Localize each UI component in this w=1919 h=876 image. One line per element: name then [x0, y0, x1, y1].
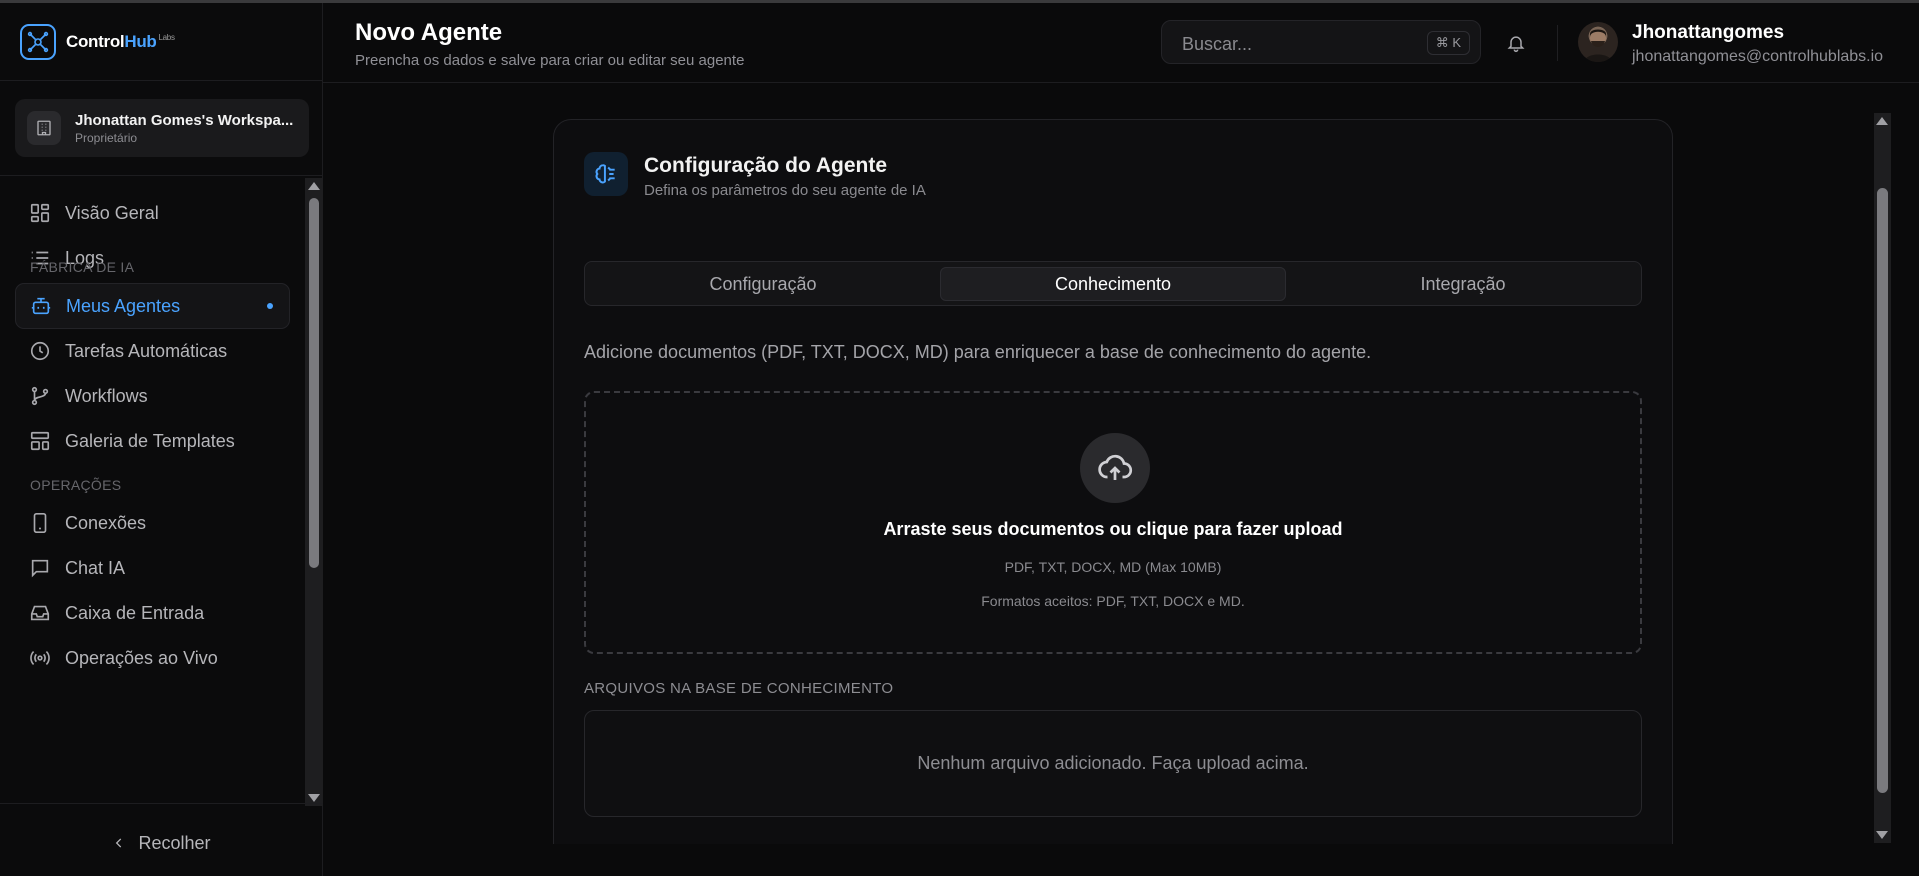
sidebar-item-workflows[interactable]: Workflows	[15, 373, 290, 419]
divider	[0, 175, 323, 176]
upload-dropzone[interactable]: Arraste seus documentos ou clique para f…	[584, 391, 1642, 654]
chevron-left-icon	[116, 838, 122, 848]
bot-icon	[31, 297, 51, 315]
git-branch-icon	[31, 386, 49, 406]
avatar[interactable]	[1578, 22, 1618, 62]
broadcast-icon	[30, 651, 50, 665]
tab-integracao[interactable]: Integração	[1290, 267, 1636, 301]
cloud-upload-icon	[1080, 433, 1150, 503]
collapse-label: Recolher	[138, 832, 211, 853]
brand-logo[interactable]: ControlHub Labs	[20, 24, 175, 60]
sidebar-item-label: Workflows	[65, 385, 148, 406]
sidebar-item-chat-ia[interactable]: Chat IA	[15, 545, 290, 591]
chat-icon	[31, 559, 49, 578]
knowledge-description: Adicione documentos (PDF, TXT, DOCX, MD)…	[584, 342, 1372, 362]
agent-config-card: Configuração do Agente Defina os parâmet…	[553, 119, 1673, 844]
tab-configuracao[interactable]: Configuração	[590, 267, 936, 301]
sidebar-item-label: Meus Agentes	[66, 295, 181, 316]
sidebar-item-label: Conexões	[65, 512, 147, 533]
active-indicator	[267, 303, 273, 309]
sidebar-item-label: Visão Geral	[65, 202, 159, 223]
dropzone-formats: PDF, TXT, DOCX, MD (Max 10MB)	[1004, 559, 1222, 575]
bell-icon[interactable]	[1506, 33, 1526, 58]
files-section-label: ARQUIVOS NA BASE DE CONHECIMENTO	[584, 680, 894, 697]
header-divider	[1557, 25, 1558, 61]
dropzone-accepted: Formatos aceitos: PDF, TXT, DOCX e MD.	[981, 593, 1245, 609]
sidebar-item-label: Galeria de Templates	[65, 430, 235, 451]
sidebar-item-label: Chat IA	[65, 557, 126, 578]
sidebar-item-label: Tarefas Automáticas	[65, 340, 228, 361]
brand-name: ControlHub Labs	[66, 32, 175, 51]
main-scrollbar[interactable]	[1874, 113, 1891, 843]
search-placeholder: Buscar...	[1182, 34, 1253, 54]
divider	[0, 803, 323, 804]
tab-conhecimento[interactable]: Conhecimento	[940, 267, 1286, 301]
user-email: jhonattangomes@controlhublabs.io	[1632, 48, 1884, 65]
search-input[interactable]: Buscar... ⌘ K	[1161, 20, 1481, 64]
files-list-empty: Nenhum arquivo adicionado. Faça upload a…	[584, 710, 1642, 817]
logo-icon	[20, 24, 56, 60]
smartphone-icon	[33, 513, 47, 533]
search-shortcut-badge: ⌘ K	[1426, 31, 1470, 55]
scroll-up-arrow[interactable]	[1876, 117, 1888, 125]
collapse-sidebar-button[interactable]: Recolher	[0, 825, 323, 861]
sidebar-item-galeria-de-templates[interactable]: Galeria de Templates	[15, 418, 290, 464]
sidebar-item-caixa-de-entrada[interactable]: Caixa de Entrada	[15, 590, 290, 636]
scroll-thumb[interactable]	[309, 198, 319, 568]
scroll-thumb[interactable]	[1877, 188, 1888, 793]
building-icon	[27, 111, 61, 145]
sidebar-item-label: Operações ao Vivo	[65, 647, 218, 668]
scroll-down-arrow[interactable]	[1876, 831, 1888, 839]
dashboard-icon	[30, 203, 50, 223]
inbox-icon	[30, 605, 50, 621]
clock-icon	[30, 341, 50, 361]
sidebar-nav: Visão Geral Logs FÁBRICA DE IA Meus Agen…	[0, 178, 305, 806]
card-title: Configuração do Agente	[644, 154, 888, 177]
page-title: Novo Agente	[355, 19, 503, 46]
sidebar-item-visao-geral[interactable]: Visão Geral	[15, 190, 290, 236]
page-subtitle: Preencha os dados e salve para criar ou …	[355, 52, 745, 69]
dropzone-title: Arraste seus documentos ou clique para f…	[883, 519, 1343, 539]
scroll-up-arrow[interactable]	[308, 182, 320, 190]
section-ai-factory: FÁBRICA DE IA	[30, 259, 135, 275]
sidebar-item-tarefas-automaticas[interactable]: Tarefas Automáticas	[15, 328, 290, 374]
tab-bar: Configuração Conhecimento Integração	[584, 261, 1642, 306]
workspace-switcher[interactable]: Jhonattan Gomes's Workspa... Proprietári…	[15, 99, 309, 157]
template-icon	[30, 431, 50, 451]
top-header: Novo Agente Preencha os dados e salve pa…	[323, 3, 1919, 83]
workspace-name: Jhonattan Gomes's Workspa...	[75, 111, 294, 129]
sidebar-item-meus-agentes[interactable]: Meus Agentes	[15, 283, 290, 329]
sidebar: ControlHub Labs Jhonattan Gomes's Workspa…	[0, 3, 323, 876]
sidebar-item-label: Caixa de Entrada	[65, 602, 205, 623]
sidebar-item-conexoes[interactable]: Conexões	[15, 500, 290, 546]
card-subtitle: Defina os parâmetros do seu agente de IA	[644, 182, 926, 199]
sidebar-scrollbar[interactable]	[305, 178, 323, 806]
sidebar-item-operacoes-ao-vivo[interactable]: Operações ao Vivo	[15, 635, 290, 681]
scroll-down-arrow[interactable]	[308, 794, 320, 802]
divider	[0, 80, 323, 81]
section-operations: OPERAÇÕES	[30, 477, 122, 493]
user-name: Jhonattangomes	[1632, 22, 1785, 43]
brain-icon	[584, 152, 628, 196]
workspace-role: Proprietário	[75, 130, 138, 145]
